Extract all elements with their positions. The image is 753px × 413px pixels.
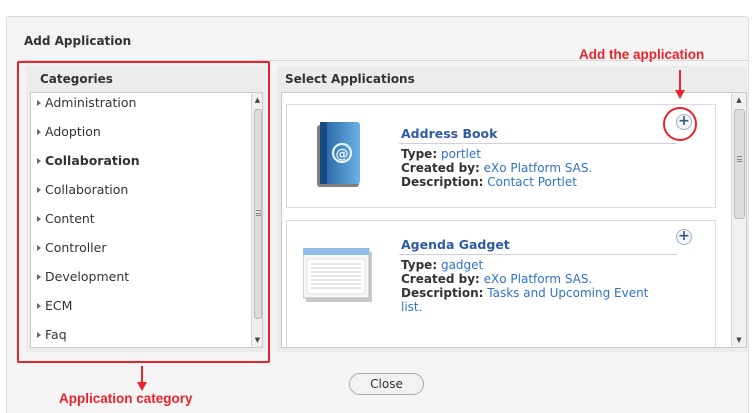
address-book-icon: @	[314, 119, 362, 189]
annotation-add-application: Add the application	[579, 47, 705, 62]
application-card: @ Address Book Type: portlet Created by:…	[286, 104, 716, 208]
add-button-highlight-circle	[663, 107, 697, 141]
applications-scrollbar[interactable]: ▲ ▼	[731, 93, 746, 347]
gadget-window-icon	[302, 247, 375, 304]
scroll-thumb[interactable]	[734, 109, 745, 219]
app-name[interactable]: Address Book	[401, 126, 497, 141]
app-type: Type: gadget	[401, 258, 484, 272]
applications-header: Select Applications	[285, 72, 415, 86]
scroll-down-icon[interactable]: ▼	[732, 333, 746, 347]
name-divider	[399, 143, 677, 144]
svg-text:@: @	[336, 147, 349, 162]
close-button[interactable]: Close	[349, 373, 424, 395]
scroll-up-icon[interactable]: ▲	[732, 93, 746, 107]
app-description: Description: Tasks and Upcoming Event	[401, 286, 649, 300]
app-description: Description: Contact Portlet	[401, 175, 577, 189]
app-created-by: Created by: eXo Platform SAS.	[401, 161, 593, 175]
app-name[interactable]: Agenda Gadget	[401, 237, 510, 252]
app-description-continued: list.	[401, 300, 423, 314]
grip-icon	[737, 156, 742, 162]
add-application-button[interactable]: +	[676, 229, 692, 245]
annotation-application-category: Application category	[59, 391, 193, 406]
app-type: Type: portlet	[401, 147, 481, 161]
application-card: Agenda Gadget Type: gadget Created by: e…	[286, 220, 716, 347]
dialog-title: Add Application	[24, 34, 132, 48]
app-created-by: Created by: eXo Platform SAS.	[401, 272, 593, 286]
annotation-arrow-down-icon	[675, 70, 685, 99]
annotation-arrow-down-icon	[137, 366, 147, 391]
category-highlight-box	[17, 61, 270, 363]
name-divider	[399, 254, 677, 255]
